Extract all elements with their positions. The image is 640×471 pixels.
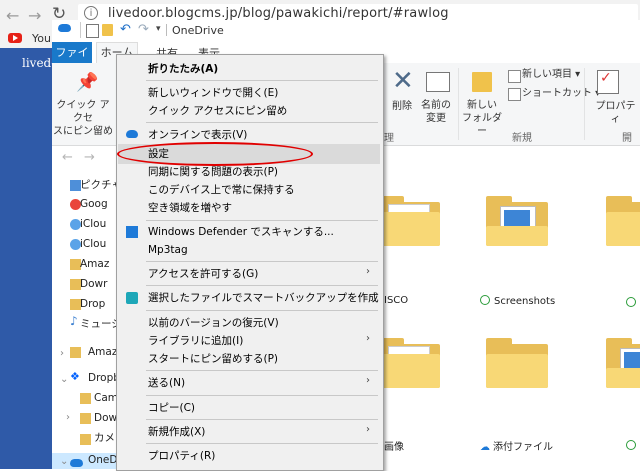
folder-label[interactable]: 画像: [384, 438, 404, 453]
menu-item-always-keep[interactable]: このデバイス上で常に保持する: [148, 181, 295, 199]
folder-item[interactable]: [378, 196, 440, 246]
new-item-button[interactable]: 新しい項目 ▾: [522, 68, 580, 81]
undo-icon[interactable]: ↶: [120, 22, 131, 37]
menu-item-free-up-space[interactable]: 空き領域を増やす: [148, 199, 232, 217]
properties-quick-icon[interactable]: [86, 24, 99, 38]
folder-icon: [70, 347, 81, 358]
tab-file[interactable]: ファイル: [52, 42, 92, 80]
properties-button[interactable]: プロパティ: [591, 100, 640, 126]
bookmark-youtube[interactable]: You: [32, 32, 51, 45]
rename-label-line1: 名前の: [421, 100, 451, 111]
folder-icon: [80, 413, 91, 424]
new-folder-label-line2: フォルダー: [462, 113, 502, 137]
forward-icon[interactable]: →: [28, 6, 41, 25]
menu-item-new[interactable]: 新規作成(X): [148, 423, 205, 441]
youtube-icon[interactable]: [8, 33, 22, 43]
shortcut-button[interactable]: ショートカット ▾: [522, 87, 600, 100]
expand-icon[interactable]: ›: [66, 412, 70, 423]
folder-icon: [80, 434, 91, 445]
smart-backup-icon: [126, 292, 138, 304]
folder-item[interactable]: [486, 338, 548, 388]
submenu-arrow-icon: ›: [366, 375, 370, 386]
pin-quick-access-button[interactable]: クイック アクセ スにピン留め: [52, 99, 114, 138]
folder-label[interactable]: Screenshots: [480, 295, 555, 307]
organize-group-label: 理: [384, 133, 394, 144]
nav-item-google[interactable]: Goog: [80, 194, 108, 214]
new-folder-quick-icon[interactable]: [102, 24, 113, 36]
menu-item-defender-scan[interactable]: Windows Defender でスキャンする...: [148, 223, 334, 241]
new-item-icon: [508, 70, 521, 83]
folder-item[interactable]: [378, 338, 440, 388]
submenu-arrow-icon: ›: [366, 424, 370, 435]
menu-item-add-to-library[interactable]: ライブラリに追加(I): [148, 332, 243, 350]
menu-item-copy[interactable]: コピー(C): [148, 399, 195, 417]
url-text[interactable]: livedoor.blogcms.jp/blog/pawakichi/repor…: [108, 6, 449, 21]
shortcut-icon: [508, 88, 521, 101]
menu-item-properties[interactable]: プロパティ(R): [148, 447, 215, 465]
collapse-icon[interactable]: ⌄: [60, 456, 68, 467]
new-group-label: 新規: [512, 133, 532, 144]
nav-item-dropbox[interactable]: Drop: [80, 294, 105, 314]
submenu-arrow-icon: ›: [366, 333, 370, 344]
new-folder-label-line1: 新しい: [467, 100, 497, 111]
menu-item-pin-to-start[interactable]: スタートにピン留めする(P): [148, 350, 278, 368]
explorer-forward-icon[interactable]: →: [84, 150, 95, 165]
folder-item[interactable]: [486, 196, 548, 246]
back-icon[interactable]: ←: [6, 6, 19, 25]
expand-icon[interactable]: ›: [60, 348, 64, 359]
synced-icon: [480, 295, 490, 305]
annotation-red-circle: [117, 142, 313, 166]
menu-item-mp3tag[interactable]: Mp3tag: [148, 241, 188, 259]
onedrive-icon: [126, 130, 138, 138]
menu-item-give-access[interactable]: アクセスを許可する(G): [148, 265, 258, 283]
nav-item-amazon[interactable]: Amaz: [80, 254, 109, 274]
checkmark-icon: ✓: [600, 70, 612, 86]
menu-item-restore-versions[interactable]: 以前のバージョンの復元(V): [148, 314, 279, 332]
menu-item-open-new-window[interactable]: 新しいウィンドウで開く(E): [148, 84, 278, 102]
pin-label-line1: クイック アクセ: [56, 100, 110, 124]
menu-item-send-to[interactable]: 送る(N): [148, 374, 185, 392]
dropbox-icon: ❖: [70, 370, 80, 383]
windows-defender-icon: [126, 226, 138, 238]
info-icon[interactable]: i: [84, 6, 98, 20]
cloud-only-icon: ☁: [480, 442, 490, 453]
new-folder-button[interactable]: 新しい フォルダー: [460, 99, 504, 138]
folder-label[interactable]: ISCO: [384, 295, 408, 306]
nav-item-icloud-1[interactable]: iClou: [80, 214, 106, 234]
menu-item-smart-backup[interactable]: 選択したファイルでスマートバックアップを作成: [148, 289, 379, 307]
redo-icon[interactable]: ↷: [138, 22, 149, 37]
folder-item[interactable]: [606, 196, 640, 246]
nav-item-icloud-2[interactable]: iClou: [80, 234, 106, 254]
folder-item[interactable]: [606, 338, 640, 388]
blog-page-background: [0, 48, 52, 469]
pin-label-line2: スにピン留め: [53, 126, 113, 137]
onedrive-icon: [70, 459, 83, 467]
window-title: OneDrive: [172, 24, 224, 37]
rename-button[interactable]: 名前の 変更: [420, 99, 452, 125]
collapse-icon[interactable]: ⌄: [60, 374, 68, 385]
synced-icon: [626, 439, 640, 452]
rename-icon[interactable]: [426, 72, 450, 92]
customize-qat-icon[interactable]: ▾: [156, 24, 161, 34]
new-folder-icon[interactable]: [472, 72, 492, 92]
folder-icon: [80, 393, 91, 404]
explorer-back-icon[interactable]: ←: [62, 150, 73, 165]
delete-icon[interactable]: ✕: [392, 68, 414, 94]
delete-button[interactable]: 削除: [392, 100, 412, 113]
onedrive-icon: [58, 24, 71, 32]
submenu-arrow-icon: ›: [366, 266, 370, 277]
music-icon: ♪: [70, 314, 78, 328]
synced-icon: [626, 296, 640, 309]
folder-label[interactable]: ☁ 添付ファイル: [480, 438, 553, 453]
nav-item-downloads[interactable]: Dowr: [80, 274, 107, 294]
rename-label-line2: 変更: [426, 113, 446, 124]
pin-icon[interactable]: 📌: [76, 72, 98, 93]
menu-item-pin-quick-access[interactable]: クイック アクセスにピン留め: [148, 102, 287, 120]
menu-item-collapse[interactable]: 折りたたみ(A): [148, 60, 218, 78]
